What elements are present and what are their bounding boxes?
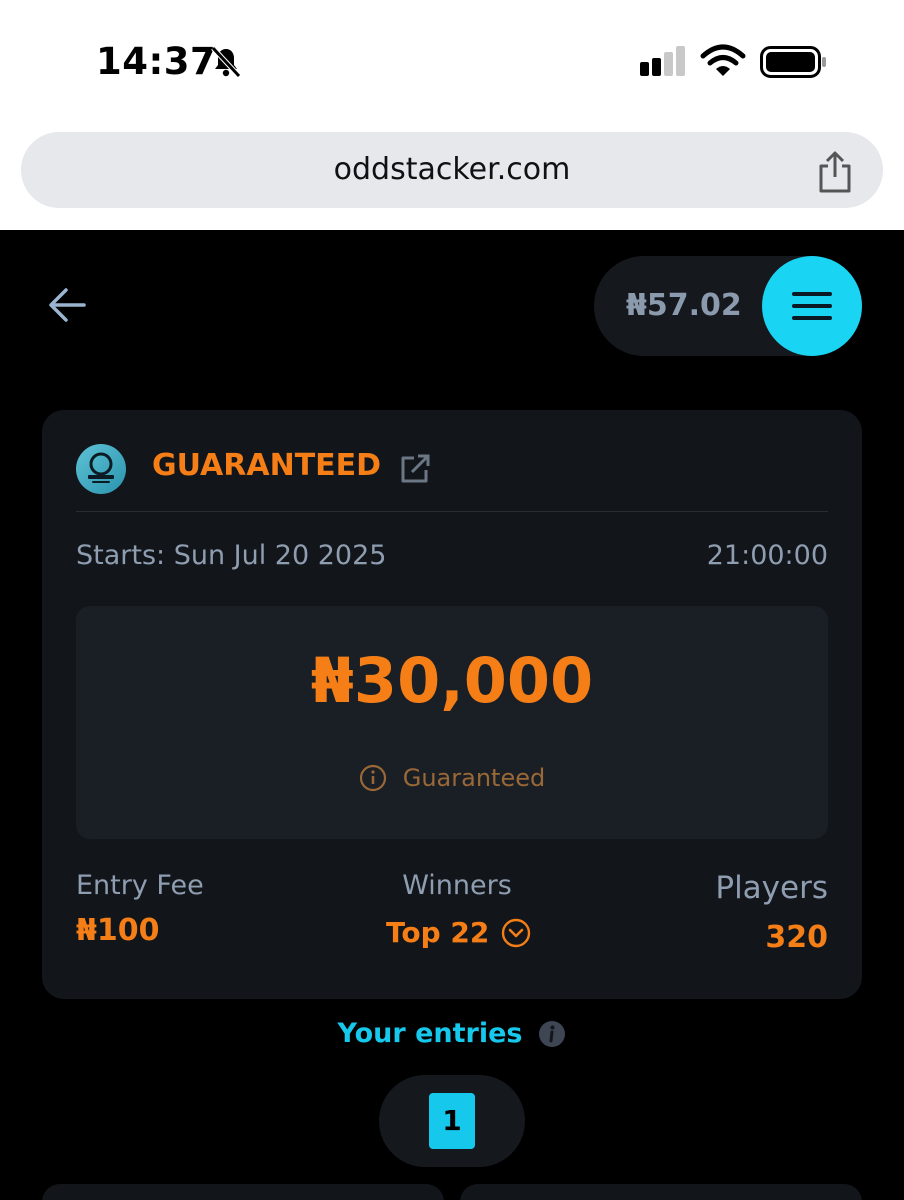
players-value: 320	[765, 920, 828, 955]
entry-chip[interactable]: 1	[429, 1093, 475, 1149]
winners-dropdown[interactable]: Top 22	[386, 916, 531, 949]
guaranteed-label: Guaranteed	[402, 764, 546, 792]
guaranteed-note: Guaranteed	[76, 764, 828, 792]
menu-button[interactable]	[762, 256, 862, 356]
start-time: 21:00:00	[706, 540, 828, 571]
browser-bar: oddstacker.com	[0, 120, 904, 230]
entry-card	[42, 1184, 444, 1200]
players-label: Players	[715, 870, 828, 906]
info-circle-icon	[359, 764, 386, 792]
wifi-icon	[700, 44, 746, 76]
prize-panel: ₦30,000 Guaranteed	[76, 606, 828, 839]
prize-amount: ₦30,000	[310, 644, 594, 717]
contest-title: GUARANTEED	[152, 448, 382, 483]
contest-card: GUARANTEED Starts: Sun Jul 20 2025 21:00…	[42, 410, 862, 999]
entry-fee-label: Entry Fee	[76, 870, 204, 901]
status-bar: 14:37	[0, 0, 904, 120]
oddstacker-logo	[76, 444, 126, 494]
status-time: 14:37	[96, 40, 217, 83]
chevron-down-circle-icon[interactable]	[501, 918, 531, 948]
bell-slash-icon	[211, 46, 241, 78]
address-bar[interactable]: oddstacker.com	[21, 132, 883, 208]
external-link-icon[interactable]	[398, 452, 432, 486]
arrow-left-icon[interactable]	[46, 284, 88, 326]
card-divider	[76, 511, 828, 512]
signal-icon	[640, 46, 685, 76]
entries-title: Your entries	[337, 1018, 523, 1049]
share-icon[interactable]	[815, 150, 855, 194]
winners-label: Winners	[402, 870, 512, 901]
battery-icon	[760, 46, 826, 78]
url-text[interactable]: oddstacker.com	[21, 132, 883, 208]
info-icon[interactable]	[538, 1020, 566, 1048]
entries-header: Your entries	[0, 1018, 904, 1049]
balance-amount: ₦57.02	[626, 288, 742, 323]
entry-fee-value: ₦100	[76, 913, 160, 948]
start-date: Starts: Sun Jul 20 2025	[76, 540, 387, 571]
entry-card	[460, 1184, 862, 1200]
winners-value: Top 22	[386, 916, 490, 949]
entries-selector: 1	[379, 1075, 525, 1167]
